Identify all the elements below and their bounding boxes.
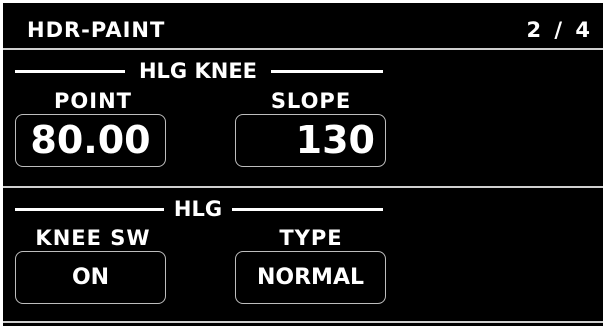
hlg-group-title: HLG <box>164 197 232 221</box>
hdr-paint-screen: HDR-PAINT 2 / 4 HLG KNEE POINT 80.00 SLO… <box>3 3 603 326</box>
screen-title: HDR-PAINT <box>27 18 166 42</box>
point-value: 80.00 <box>30 118 151 162</box>
slope-label: SLOPE <box>270 89 352 113</box>
type-label: TYPE <box>279 226 343 250</box>
section-divider <box>3 186 603 188</box>
slope-value-box[interactable]: 130 <box>235 114 386 167</box>
knee-sw-value: ON <box>71 265 110 290</box>
type-value: NORMAL <box>257 265 364 290</box>
knee-sw-value-box[interactable]: ON <box>15 251 166 304</box>
knee-sw-label: KNEE SW <box>35 226 151 250</box>
point-value-box[interactable]: 80.00 <box>15 114 166 167</box>
hlg-knee-group-title: HLG KNEE <box>125 59 271 83</box>
type-value-box[interactable]: NORMAL <box>235 251 386 304</box>
slope-value: 130 <box>295 118 375 162</box>
page-indicator: 2 / 4 <box>526 18 593 42</box>
bottom-divider <box>3 321 603 323</box>
point-label: POINT <box>54 89 132 113</box>
header-divider <box>3 48 603 50</box>
